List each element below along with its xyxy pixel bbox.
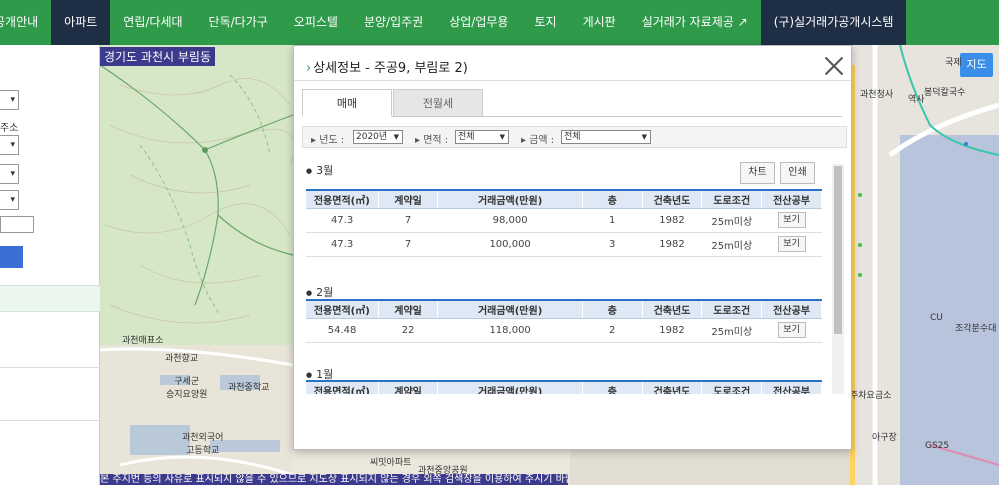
nav-item-board[interactable]: 게시판 [570,0,629,45]
divider [0,367,100,368]
nav-item-apartment[interactable]: 아파트 [51,0,111,45]
map-label: GS25 [925,441,950,451]
map-label: 아구장 [872,433,897,443]
map-label: 씨밋아파트 [370,458,412,468]
view-record-button[interactable]: 보기 [777,236,806,252]
trade-type-tabs: 매매 전월세 [302,89,842,117]
nav-item-row-house[interactable]: 연립/다세대 [110,0,195,45]
area-filter-label: ▸ 면적 : [415,135,449,146]
location-title: 경기도 과천시 부림동 [100,47,215,66]
detail-modal: › 상세정보 - 주공9, 부림로 2) 매매 전월세 ▸ 년도 : 2020년 ▼… [293,45,852,450]
map-label: 과천매표소 [122,336,164,346]
search-button[interactable] [0,246,23,268]
amount-filter-label: ▸ 금액 : [521,135,555,146]
tab-sale[interactable]: 매매 [302,89,392,117]
map-notice: 본 주지번 등의 사유로 표시되지 않을 수 있으므로 지도상 표시되지 않는 … [100,474,568,485]
month-heading: ● 2월 [306,286,334,299]
chevron-down-icon: ▼ [641,133,647,141]
nav-item-presale[interactable]: 분양/입주권 [351,0,436,45]
title-arrow-icon: › [306,61,312,76]
left-search-panel: ▾ 주소 ▾ ▾ ▾ [0,45,100,485]
search-text-input[interactable] [0,216,34,233]
map-label: 봉덕칼국수 [924,88,966,98]
result-header-bar [0,285,100,312]
divider [0,420,100,421]
transaction-table: 전용면적(㎡) 계약일 거래금액(만원) 층 건축년도 도로조건 전산공부 [306,380,822,394]
map-toggle-button[interactable]: 지도 [960,53,993,77]
region-select-4[interactable]: ▾ [0,190,19,210]
nav-item-notice[interactable]: 공개안내 [0,0,51,45]
nav-item-old-system[interactable]: (구)실거래가공개시스템 [760,0,907,45]
filter-bar: ▸ 년도 : 2020년 ▼ ▸ 면적 : 전체 ▼ ▸ 금액 : 전체 ▼ [302,126,847,148]
region-select-1[interactable]: ▾ [0,90,19,110]
address-label: 주소 [0,123,19,134]
chevron-down-icon: ▼ [393,133,399,141]
nav-item-land[interactable]: 토지 [521,0,569,45]
map-label: 국제 [945,58,962,68]
list-scrollbar[interactable] [832,164,844,394]
top-navigation: 공개안내 아파트 연립/다세대 단독/다가구 오피스텔 분양/입주권 상업/업무… [0,0,999,45]
nav-item-data-provision[interactable]: 실거래가 자료제공 ↗ [629,0,761,45]
year-filter-label: ▸ 년도 : [311,135,345,146]
map-label: 구세군 승지요양원 [166,377,208,400]
chevron-down-icon: ▼ [499,133,505,141]
nav-item-officetel[interactable]: 오피스텔 [281,0,351,45]
transaction-list[interactable]: ● 3월 차트 인쇄 전용면적(㎡) 계약일 거래금액(만원) 층 건축년도 도로… [302,156,839,394]
map-label: CU [930,313,943,323]
map-label: 역사 [908,95,925,105]
transaction-table: 전용면적(㎡) 계약일 거래금액(만원) 층 건축년도 도로조건 전산공부 54… [306,299,822,343]
chart-button[interactable]: 차트 [740,162,775,184]
modal-title: › 상세정보 - 주공9, 부림로 2) [306,61,468,76]
map-label: 과천청사 [860,90,894,100]
map-label: 과천중학교 [228,383,270,393]
table-row: 54.48 22 118,000 2 1982 25m미상 보기 [306,318,822,343]
scrollbar-thumb[interactable] [834,166,842,334]
region-select-3[interactable]: ▾ [0,164,19,184]
close-icon[interactable] [823,54,845,76]
nav-item-detached-house[interactable]: 단독/다가구 [196,0,281,45]
tab-rent[interactable]: 전월세 [393,89,483,117]
map-label: 주차요금소 [850,391,892,401]
table-row: 47.3 7 98,000 1 1982 25m미상 보기 [306,208,822,233]
table-row: 47.3 7 100,000 3 1982 25m미상 보기 [306,232,822,257]
print-button[interactable]: 인쇄 [780,162,815,184]
nav-item-commercial[interactable]: 상업/업무용 [436,0,521,45]
transaction-table: 전용면적(㎡) 계약일 거래금액(만원) 층 건축년도 도로조건 전산공부 47… [306,189,822,257]
region-select-2[interactable]: ▾ [0,135,19,155]
month-heading: ● 3월 [306,164,334,177]
view-record-button[interactable]: 보기 [777,212,806,228]
area-select[interactable]: 전체 ▼ [455,130,509,144]
amount-select[interactable]: 전체 ▼ [561,130,651,144]
map-label: 과천외국어 고등학교 [182,433,224,456]
year-select[interactable]: 2020년 ▼ [353,130,403,144]
map-label: 과천향교 [165,354,199,364]
divider [294,80,851,81]
map-label: 조각분수대 [955,324,997,334]
view-record-button[interactable]: 보기 [777,322,806,338]
